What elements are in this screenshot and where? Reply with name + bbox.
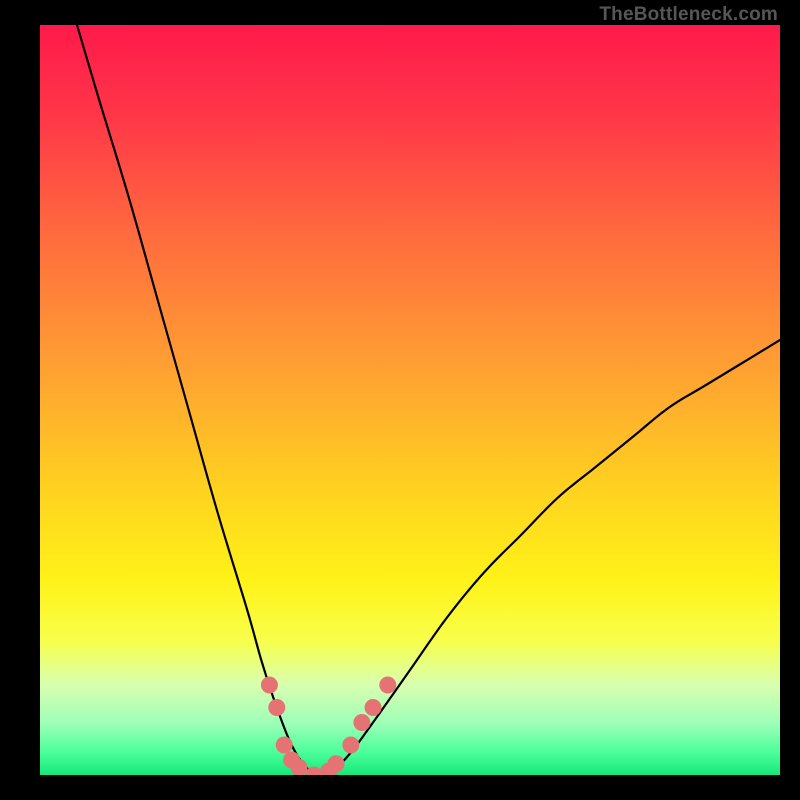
marker-dot (261, 677, 278, 694)
marker-dot (328, 755, 345, 772)
marker-dot (353, 714, 370, 731)
marker-dot (276, 737, 293, 754)
chart-frame: TheBottleneck.com (0, 0, 800, 800)
marker-dot (365, 699, 382, 716)
marker-dot (268, 699, 285, 716)
plot-area (40, 25, 780, 775)
curve-layer (40, 25, 780, 775)
optimal-markers (261, 677, 396, 776)
watermark-text: TheBottleneck.com (599, 4, 778, 26)
marker-dot (342, 737, 359, 754)
bottleneck-curve (77, 25, 780, 775)
marker-dot (379, 677, 396, 694)
